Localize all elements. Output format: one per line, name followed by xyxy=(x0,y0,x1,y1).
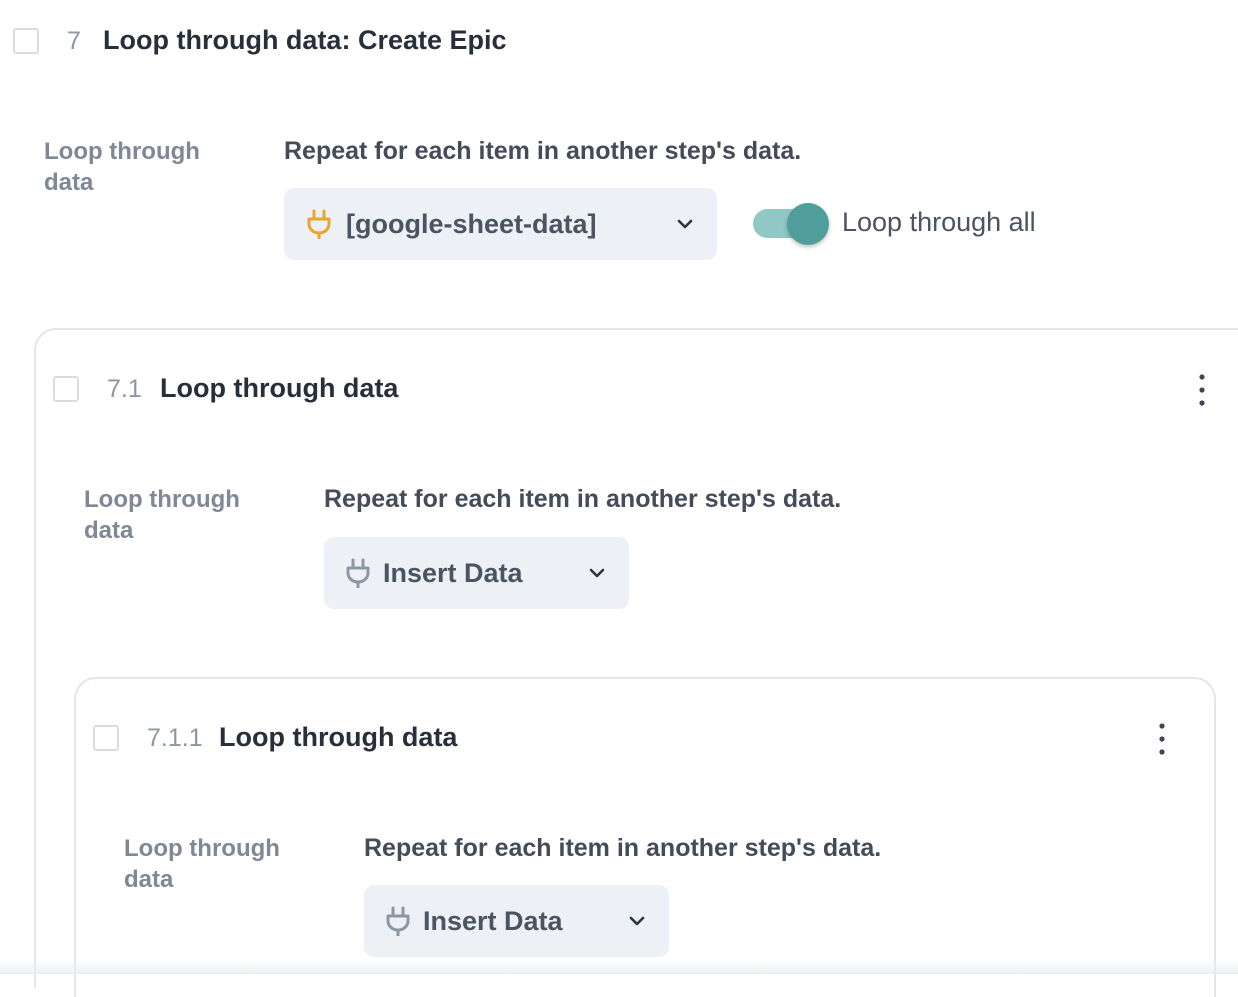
step-7-1-select-value: Insert Data xyxy=(383,557,523,588)
chevron-down-icon xyxy=(677,219,693,229)
step-7-1-1-checkbox[interactable] xyxy=(93,725,119,751)
step-7-1-1-number: 7.1.1 xyxy=(147,724,203,752)
step-7-1-1-select-value: Insert Data xyxy=(423,905,563,936)
chevron-down-icon xyxy=(589,568,605,578)
step-7-1-description: Repeat for each item in another step's d… xyxy=(324,485,842,513)
step-7-data-select[interactable]: [google-sheet-data] xyxy=(284,188,717,260)
step-7-1-1-side-label: Loop through data xyxy=(124,835,280,893)
step-7-description: Repeat for each item in another step's d… xyxy=(284,137,802,165)
plug-icon xyxy=(386,906,410,936)
step-7-1-title: Loop through data xyxy=(160,373,399,403)
step-7-number: 7 xyxy=(67,27,81,55)
step-7-title: Loop through data: Create Epic xyxy=(103,25,507,55)
step-7-1-side-label: Loop through data xyxy=(84,486,240,544)
step-7-1-data-select[interactable]: Insert Data xyxy=(324,537,629,609)
toggle-label: Loop through all xyxy=(842,207,1036,237)
plug-icon xyxy=(307,209,331,239)
step-7-checkbox[interactable] xyxy=(13,28,39,54)
step-7-1-1-description: Repeat for each item in another step's d… xyxy=(364,834,882,862)
step-7-side-label: Loop through data xyxy=(44,138,200,196)
kebab-menu-icon[interactable] xyxy=(1152,722,1172,756)
toggle-knob[interactable] xyxy=(787,203,829,245)
step-7-1-1-title: Loop through data xyxy=(219,722,458,752)
kebab-menu-icon[interactable] xyxy=(1192,373,1212,407)
step-7-select-value: [google-sheet-data] xyxy=(346,208,597,239)
step-7-1-checkbox[interactable] xyxy=(53,376,79,402)
step-7-1-number: 7.1 xyxy=(107,375,142,403)
plug-icon xyxy=(346,558,370,588)
chevron-down-icon xyxy=(629,916,645,926)
step-7-1-1-data-select[interactable]: Insert Data xyxy=(364,885,669,957)
bottom-scroll-fade xyxy=(0,960,1238,974)
